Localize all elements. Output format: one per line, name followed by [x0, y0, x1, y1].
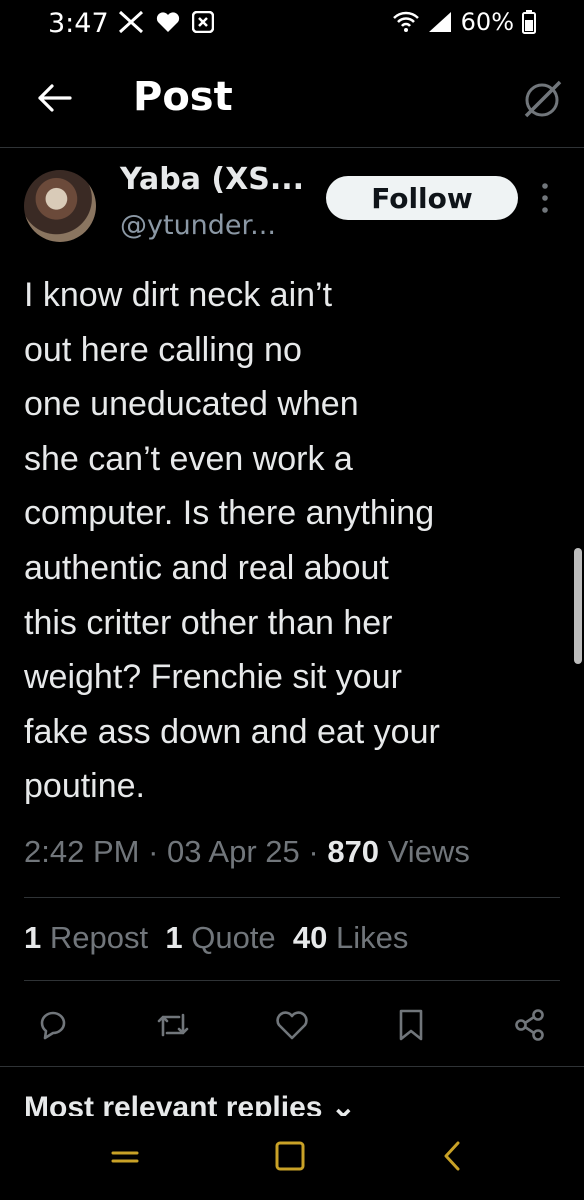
- repost-icon[interactable]: [155, 1007, 191, 1043]
- home-icon[interactable]: [274, 1140, 306, 1172]
- post-meta: 2:42 PM · 03 Apr 25 · 870 Views: [24, 834, 470, 870]
- battery-percent: 60%: [460, 8, 514, 36]
- quotes-stat[interactable]: 1 Quote: [165, 920, 275, 955]
- post-stats: 1 Repost 1 Quote 40 Likes: [24, 920, 408, 956]
- post-text: I know dirt neck ain’t out here calling …: [24, 276, 440, 806]
- reposts-count: 1: [24, 920, 42, 955]
- reposts-label: Repost: [49, 920, 149, 955]
- author-avatar[interactable]: [24, 170, 96, 242]
- recent-apps-icon[interactable]: [110, 1142, 140, 1172]
- bookmark-icon[interactable]: [393, 1007, 429, 1043]
- more-vertical-icon[interactable]: [538, 180, 552, 216]
- replies-sort-label: Most relevant replies: [24, 1091, 323, 1116]
- status-system-icons: 60%: [392, 8, 536, 36]
- notification-box-icon: [192, 11, 214, 33]
- page-title: Post: [133, 74, 233, 120]
- signal-icon: [428, 12, 451, 32]
- chevron-down-icon: ⌄: [330, 1091, 356, 1116]
- post-date: 03 Apr 25: [167, 834, 300, 869]
- status-notification-icons: [118, 10, 214, 34]
- views-label: Views: [387, 834, 470, 869]
- meta-separator: ·: [308, 834, 319, 869]
- quotes-count: 1: [165, 920, 183, 955]
- post-action-bar: [36, 1004, 548, 1046]
- replies-sort-dropdown[interactable]: Most relevant replies ⌄: [24, 1090, 356, 1116]
- top-app-bar: Post: [0, 60, 584, 140]
- likes-label: Likes: [336, 920, 409, 955]
- status-time: 3:47: [48, 8, 109, 39]
- stats-divider: [24, 980, 560, 981]
- battery-icon: [522, 10, 536, 34]
- grok-icon[interactable]: [520, 76, 566, 122]
- follow-button[interactable]: Follow: [326, 176, 518, 220]
- scroll-indicator: [574, 548, 582, 664]
- views-count: 870: [327, 834, 380, 869]
- wifi-icon: [392, 11, 419, 32]
- arrow-left-icon[interactable]: [34, 78, 74, 118]
- header-divider: [0, 147, 584, 148]
- quotes-label: Quote: [191, 920, 276, 955]
- reply-icon[interactable]: [36, 1007, 72, 1043]
- actions-divider: [0, 1066, 584, 1067]
- heart-icon: [156, 12, 180, 33]
- likes-stat[interactable]: 40 Likes: [293, 920, 408, 955]
- status-bar: 3:47 60%: [0, 0, 584, 46]
- meta-separator: ·: [148, 834, 159, 869]
- likes-count: 40: [292, 920, 328, 955]
- author-name[interactable]: Yaba (XS...: [120, 162, 304, 197]
- back-nav-icon[interactable]: [440, 1140, 464, 1172]
- like-icon[interactable]: [274, 1007, 310, 1043]
- share-icon[interactable]: [512, 1007, 548, 1043]
- x-logo-icon: [118, 10, 144, 34]
- post-time: 2:42 PM: [24, 834, 140, 869]
- author-handle[interactable]: @ytunder...: [120, 210, 276, 241]
- reposts-stat[interactable]: 1 Repost: [24, 920, 148, 955]
- system-nav-bar: [0, 1116, 584, 1200]
- meta-divider: [24, 897, 560, 898]
